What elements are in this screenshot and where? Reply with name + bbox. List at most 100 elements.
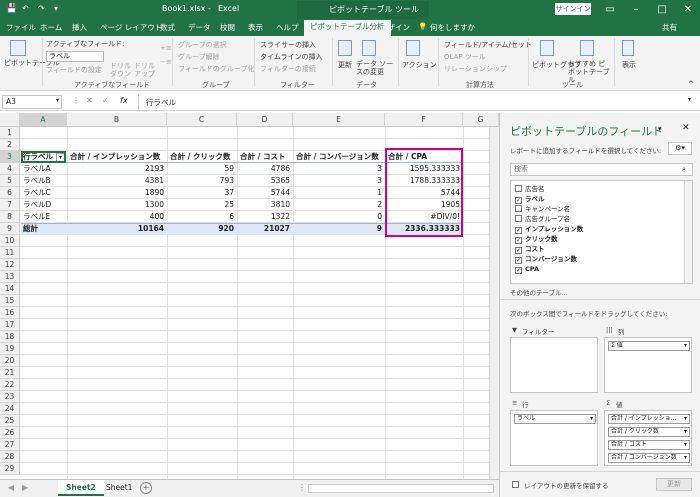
row-header[interactable]: 5	[0, 175, 20, 187]
pivot-cell-conversions[interactable]: 3	[294, 175, 384, 187]
pivot-header-impressions[interactable]: 合計 / インプレッション数	[68, 151, 166, 163]
next-sheet-icon[interactable]: ▶	[22, 483, 28, 492]
pivot-cell-clicks[interactable]: 25	[168, 199, 236, 211]
insert-timeline-button[interactable]: タイムラインの挿入	[260, 52, 323, 62]
row-header[interactable]: 8	[0, 211, 20, 223]
row-header[interactable]: 17	[0, 319, 20, 331]
values-field-chip[interactable]: 合計 / コンバージョン数 ▾	[608, 453, 690, 463]
vertical-scrollbar[interactable]	[489, 127, 499, 479]
row-header[interactable]: 28	[0, 451, 20, 463]
tab-split-icon[interactable]: ⋮	[298, 483, 306, 492]
pivot-cell-impressions[interactable]: 400	[68, 211, 166, 223]
name-box-dropdown-icon[interactable]: ▾	[56, 97, 59, 104]
active-field-input[interactable]: ラベル	[46, 51, 104, 62]
row-header[interactable]: 9	[0, 223, 20, 235]
show-icon[interactable]	[622, 40, 634, 56]
row-header[interactable]: 19	[0, 343, 20, 355]
field-item[interactable]: ✓ コスト	[515, 244, 545, 254]
pivot-cell-cost[interactable]: 5365	[238, 175, 292, 187]
pivot-total-cost[interactable]: 21027	[238, 223, 292, 235]
insert-slicer-button[interactable]: スライサーの挿入	[260, 40, 316, 50]
pivot-cell-label[interactable]: ラベルD	[21, 199, 67, 211]
pivot-total-label[interactable]: 総計	[21, 223, 67, 235]
ungroup-button[interactable]: グループ解除	[178, 52, 220, 62]
checked-checkbox[interactable]: ✓	[515, 197, 522, 204]
checked-checkbox[interactable]: ✓	[515, 247, 522, 254]
row-header[interactable]: 15	[0, 295, 20, 307]
field-item[interactable]: ✓ コンバージョン数	[515, 254, 577, 264]
row-header[interactable]: 24	[0, 403, 20, 415]
column-header-B[interactable]: B	[67, 113, 167, 127]
row-header[interactable]: 1	[0, 127, 20, 139]
horizontal-scrollbar[interactable]	[308, 484, 494, 493]
pivot-cell-cost[interactable]: 1322	[238, 211, 292, 223]
tab-formulas[interactable]: 数式	[160, 22, 175, 33]
column-header-A[interactable]: A	[20, 113, 67, 127]
group-selection-button[interactable]: グループの選択	[178, 40, 227, 50]
chip-dropdown-icon[interactable]: ▾	[684, 441, 687, 449]
field-item[interactable]: 広告グループ名	[515, 214, 570, 224]
close-icon[interactable]: ✕	[676, 0, 700, 19]
field-item[interactable]: ✓ インプレッション数	[515, 224, 583, 234]
cancel-entry-icon[interactable]: ✕	[86, 96, 93, 105]
columns-values-chip[interactable]: Σ 値 ▾	[608, 341, 690, 351]
update-button[interactable]: 更新	[656, 478, 692, 491]
chip-dropdown-icon[interactable]: ▾	[684, 428, 687, 436]
row-header[interactable]: 16	[0, 307, 20, 319]
pivot-cell-label[interactable]: ラベルE	[21, 211, 67, 223]
columns-drop-area[interactable]: Σ 値 ▾	[604, 337, 692, 393]
confirm-entry-icon[interactable]: ✓	[102, 96, 109, 105]
select-all-corner[interactable]	[0, 113, 20, 127]
share-button[interactable]: 共有	[662, 22, 677, 33]
pivot-cell-label[interactable]: ラベルC	[21, 187, 67, 199]
pivot-total-impressions[interactable]: 10164	[68, 223, 166, 235]
refresh-icon[interactable]	[338, 40, 352, 56]
pivot-cell-cost[interactable]: 5744	[238, 187, 292, 199]
insert-function-icon[interactable]: fx	[120, 96, 128, 105]
add-sheet-icon[interactable]: +	[140, 482, 152, 494]
pivot-cell-conversions[interactable]: 3	[294, 163, 384, 175]
save-icon[interactable]: 💾	[6, 4, 17, 14]
name-box[interactable]: A3	[2, 95, 62, 109]
pivot-cell-cost[interactable]: 3810	[238, 199, 292, 211]
rows-label-chip[interactable]: ラベル ▾	[514, 414, 596, 424]
rows-drop-area[interactable]: ラベル ▾	[510, 410, 598, 466]
field-list-scrollbar[interactable]	[684, 181, 692, 283]
row-header[interactable]: 3	[0, 151, 20, 163]
column-header-G[interactable]: G	[463, 113, 499, 127]
row-header[interactable]: 25	[0, 415, 20, 427]
drill-down-button[interactable]: ドリル ダウン	[110, 62, 132, 78]
column-header-D[interactable]: D	[237, 113, 293, 127]
expand-formula-icon[interactable]: ▾	[688, 96, 691, 103]
chip-dropdown-icon[interactable]: ▾	[684, 454, 687, 462]
formula-input[interactable]: 行ラベル	[146, 97, 176, 108]
field-search-input[interactable]: 検索	[510, 163, 693, 176]
pivot-total-conversions[interactable]: 9	[294, 223, 384, 235]
pivot-cell-cost[interactable]: 4786	[238, 163, 292, 175]
values-field-chip[interactable]: 合計 / インプレッショ... ▾	[608, 414, 690, 424]
row-header[interactable]: 27	[0, 439, 20, 451]
group-field-button[interactable]: フィールドのグループ化	[178, 64, 254, 74]
field-item[interactable]: ✓ ラベル	[515, 194, 545, 204]
other-tables-link[interactable]: その他のテーブル...	[510, 287, 568, 297]
tab-home[interactable]: ホーム	[40, 22, 62, 33]
drill-up-button[interactable]: ドリル アップ	[134, 62, 156, 78]
olap-tools-button[interactable]: OLAP ツール	[444, 52, 486, 62]
pivot-cell-label[interactable]: ラベルB	[21, 175, 67, 187]
pivot-header-clicks[interactable]: 合計 / クリック数	[168, 151, 236, 163]
sheet-tab-sheet2[interactable]: Sheet2	[58, 480, 104, 496]
ribbon-display-icon[interactable]: ▭	[598, 0, 622, 19]
chip-dropdown-icon[interactable]: ▾	[684, 342, 687, 350]
column-header-F[interactable]: F	[385, 113, 463, 127]
pane-close-icon[interactable]: ✕	[682, 123, 690, 133]
tab-file[interactable]: ファイル	[6, 22, 36, 33]
tab-pivot-analyze[interactable]: ピボットテーブル分析	[304, 20, 391, 36]
row-header[interactable]: 12	[0, 259, 20, 271]
defer-update-checkbox[interactable]	[512, 481, 519, 488]
undo-icon[interactable]: ↶	[22, 4, 29, 13]
pivot-cell-label[interactable]: ラベルA	[21, 163, 67, 175]
prev-sheet-icon[interactable]: ◀	[8, 483, 14, 492]
row-header[interactable]: 2	[0, 139, 20, 151]
pivot-cell-impressions[interactable]: 1300	[68, 199, 166, 211]
pivot-total-clicks[interactable]: 920	[168, 223, 236, 235]
